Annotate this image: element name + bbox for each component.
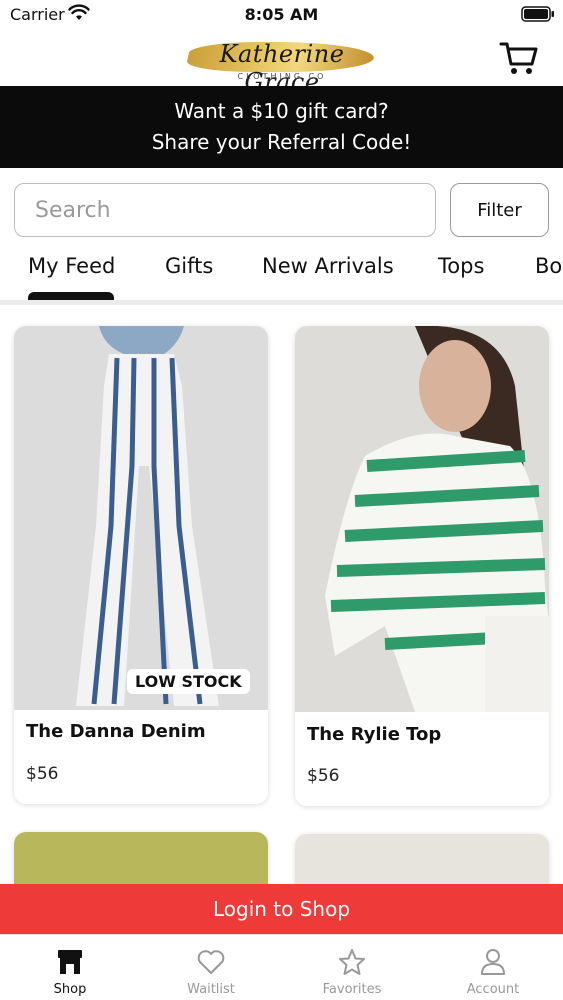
category-tabs: My Feed Gifts New Arrivals Tops Bottoms [0,248,563,304]
login-to-shop-button[interactable]: Login to Shop [0,884,563,934]
promo-subline: Share your Referral Code! [151,130,412,154]
referral-promo-banner[interactable]: Want a $10 gift card? Share your Referra… [0,86,563,168]
nav-label-account: Account [466,982,520,997]
logo-subtitle: CLOTHING CO [237,72,327,81]
shopping-cart-icon[interactable] [499,38,539,78]
search-input[interactable] [14,183,436,237]
battery-icon [521,6,554,22]
tab-new-arrivals[interactable]: New Arrivals [262,254,394,278]
status-time: 8:05 AM [244,5,319,24]
nav-item-account[interactable]: Account [423,935,563,1000]
product-image[interactable] [295,326,549,712]
tab-tops[interactable]: Tops [438,254,484,278]
product-name: The Danna Denim [26,721,206,742]
nav-label-favorites: Favorites [322,982,382,997]
brand-logo[interactable]: Katherine Grace CLOTHING CO [182,34,382,96]
product-name: The Rylie Top [307,724,442,745]
nav-item-waitlist[interactable]: Waitlist [141,935,281,1000]
status-bar: Carrier 8:05 AM [0,0,563,30]
product-card[interactable]: The Rylie Top $56 [295,326,549,806]
product-image[interactable] [14,326,268,710]
product-price: $56 [307,766,340,786]
nav-item-shop[interactable]: Shop [0,935,140,1000]
nav-label-shop: Shop [53,982,87,997]
product-price: $56 [26,764,59,784]
bottom-navigation: Shop Waitlist Favorites Account [0,934,563,1000]
tab-gifts[interactable]: Gifts [165,254,213,278]
app-header: Katherine Grace CLOTHING CO [0,30,563,96]
star-icon [339,949,365,975]
storefront-icon [58,950,82,974]
heart-icon [197,950,225,974]
nav-item-favorites[interactable]: Favorites [282,935,422,1000]
promo-headline: Want a $10 gift card? [174,99,389,123]
person-icon [481,949,505,975]
tab-my-feed[interactable]: My Feed [28,254,115,278]
filter-button[interactable]: Filter [450,183,549,237]
nav-label-waitlist: Waitlist [187,982,235,997]
low-stock-badge: LOW STOCK [127,669,250,694]
tabs-divider [0,300,563,305]
tab-bottoms[interactable]: Bottoms [535,254,563,278]
product-card[interactable]: LOW STOCK The Danna Denim $56 [14,326,268,804]
